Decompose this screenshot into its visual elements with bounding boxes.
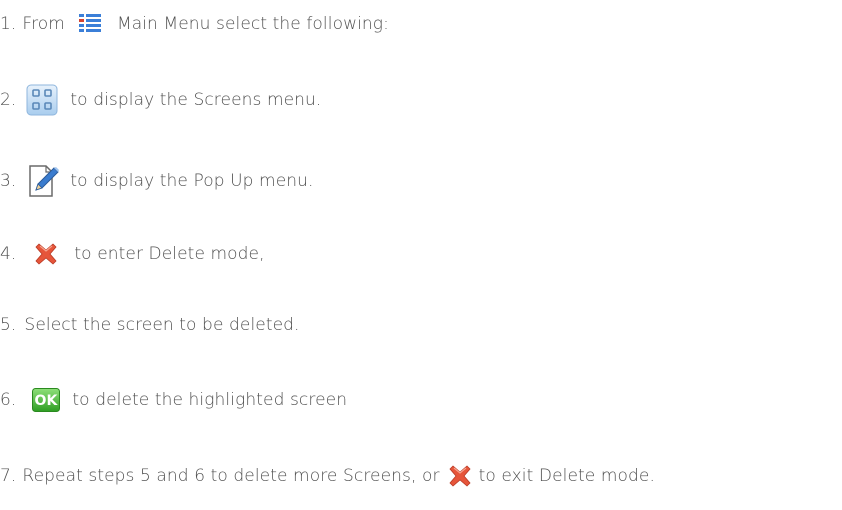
step-number: 4. — [0, 244, 17, 264]
step-5: 5. Select the screen to be deleted. — [0, 308, 300, 342]
step-text: Repeat steps 5 and 6 to delete more Scre… — [22, 466, 440, 486]
step-6: 6. OK to delete the highlighted screen — [0, 383, 347, 417]
delete-x-icon — [35, 243, 57, 265]
step-number: 1. — [0, 14, 17, 34]
edit-pencil-icon — [26, 162, 60, 200]
step-text-after: to exit Delete mode. — [478, 466, 655, 486]
step-1: 1. From Main Menu select the following: — [0, 7, 389, 41]
step-7: 7. Repeat steps 5 and 6 to delete more S… — [0, 459, 655, 493]
ok-label: OK — [35, 393, 59, 409]
step-text-before: From — [22, 14, 65, 34]
step-4: 4. to enter Delete mode, — [0, 237, 265, 271]
delete-x-icon — [449, 465, 471, 487]
step-text: to enter Delete mode, — [74, 244, 265, 264]
step-text: to display the Screens menu. — [70, 90, 322, 110]
step-text: Main Menu select the following: — [116, 14, 389, 34]
step-3: 3. to display the Pop Up menu. — [0, 164, 314, 198]
step-number: 6. — [0, 390, 17, 410]
step-number: 2. — [0, 90, 17, 110]
step-2: 2. to display the Screens menu. — [0, 83, 321, 117]
step-text: to display the Pop Up menu. — [70, 171, 314, 191]
step-number: 7. — [0, 466, 17, 486]
step-text: Select the screen to be deleted. — [24, 315, 300, 335]
main-menu-list-icon — [78, 13, 101, 35]
screens-grid-icon — [26, 84, 58, 116]
step-number: 3. — [0, 171, 17, 191]
step-text: to delete the highlighted screen — [72, 390, 348, 410]
ok-button-icon: OK — [32, 388, 61, 412]
step-number: 5. — [0, 315, 17, 335]
